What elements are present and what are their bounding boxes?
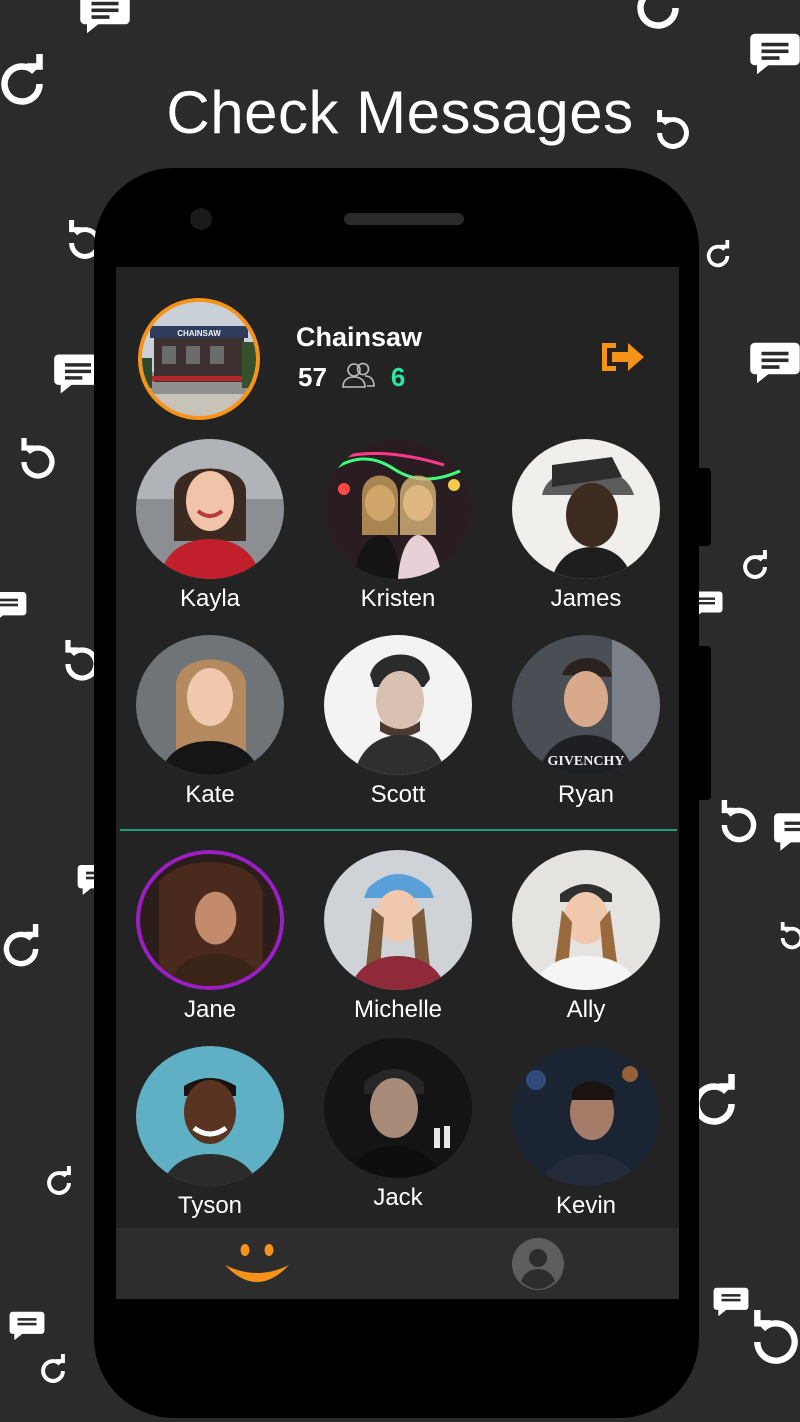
person-tile[interactable]: Kevin [496,1046,676,1220]
person-tile[interactable]: Jack [308,1038,488,1212]
venue-photo: CHAINSAW [142,302,256,416]
phone-side-button [699,646,711,800]
avatar: GIVENCHY [512,635,660,775]
person-name: Tyson [177,1192,243,1219]
page-headline: Check Messages [166,79,634,146]
logout-button[interactable] [598,337,648,377]
chat-bubble-icon [0,586,28,628]
tab-venue-people[interactable] [116,1228,398,1299]
new-count: 6 [390,361,406,392]
refresh-icon [714,800,764,850]
people-icon [341,362,375,393]
person-name: James [550,585,622,612]
profile-icon [512,1237,565,1290]
person-tile[interactable]: Kristen [308,439,488,613]
venue-name: Chainsaw [296,322,423,352]
section-divider [120,829,677,831]
venue-sign-text: CHAINSAW [177,329,221,338]
avatar [136,635,284,775]
person-name: Jane [183,996,237,1023]
checkin-count: 57 [298,361,327,392]
refresh-icon [628,0,688,38]
app-screen: CHAINSAW Chainsaw 57 6 Kayla Kristen Jam… [116,267,679,1299]
smiley-icon [224,1243,289,1282]
refresh-icon [744,1310,800,1374]
phone-side-button [699,468,711,546]
refresh-icon [776,922,800,954]
front-camera [190,208,212,230]
logout-icon [602,343,644,371]
person-tile[interactable]: GIVENCHY Ryan [496,635,676,809]
venue-header: CHAINSAW Chainsaw 57 6 [116,267,679,432]
person-tile[interactable]: Scott [308,635,488,809]
person-tile[interactable]: Kate [120,635,300,809]
venue-avatar[interactable]: CHAINSAW [138,298,260,420]
refresh-icon [42,1166,76,1200]
chat-bubble-icon [772,806,800,858]
person-tile[interactable]: James [496,439,676,613]
person-name: Kevin [555,1192,617,1219]
tab-profile[interactable] [398,1228,680,1299]
phone-frame: CHAINSAW Chainsaw 57 6 Kayla Kristen Jam… [94,168,711,1418]
avatar [136,1046,284,1186]
venue-stats: 57 6 [298,361,405,393]
person-tile[interactable]: Michelle [308,850,488,1024]
avatar [512,1046,660,1186]
person-name: Kayla [179,585,241,612]
chat-bubble-icon [78,0,132,38]
refresh-icon [702,240,734,272]
person-tile[interactable]: Ally [496,850,676,1024]
avatar [512,850,660,990]
chat-bubble-icon [748,28,800,80]
refresh-icon [36,1354,70,1388]
earpiece-speaker [344,213,464,225]
avatar [136,439,284,579]
person-name: Jack [373,1184,423,1211]
bottom-nav [116,1228,679,1299]
person-name: Scott [370,781,426,808]
avatar [324,1038,472,1178]
person-tile[interactable]: Kayla [120,439,300,613]
refresh-icon [14,438,62,486]
chat-bubble-icon [748,336,800,390]
avatar [324,850,472,990]
refresh-icon [0,924,46,974]
avatar [324,635,472,775]
person-name: Michelle [353,996,443,1023]
person-name: Ally [566,996,606,1023]
avatar [512,439,660,579]
svg-text:GIVENCHY: GIVENCHY [547,754,624,769]
avatar-selected [136,850,284,990]
chat-bubble-icon [8,1306,46,1346]
person-name: Ryan [557,781,615,808]
avatar [324,439,472,579]
person-name: Kate [185,781,235,808]
refresh-icon [738,550,772,584]
person-tile[interactable]: Tyson [120,1046,300,1220]
person-name: Kristen [360,585,436,612]
person-tile[interactable]: Jane [120,850,300,1024]
